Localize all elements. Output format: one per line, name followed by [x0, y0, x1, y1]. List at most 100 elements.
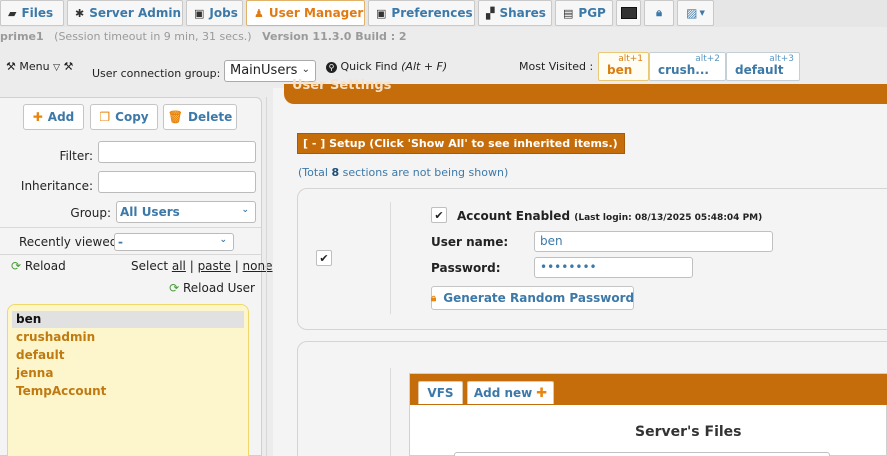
total-suffix: sections are not being shown)	[342, 166, 509, 179]
filter-input[interactable]	[98, 141, 256, 163]
tab-terminal[interactable]	[616, 0, 641, 26]
password-field[interactable]: ••••••••	[534, 257, 693, 278]
copy-user-button[interactable]: ❐ Copy	[90, 104, 158, 130]
check-icon: ✔	[434, 208, 444, 222]
tab-label: Shares	[499, 6, 546, 20]
add-user-button[interactable]: ✚ Add	[23, 104, 84, 130]
add-label: Add	[47, 110, 75, 124]
tab-label: User Manager	[268, 6, 364, 20]
plus-icon: ✚	[32, 110, 43, 124]
user-item-jenna[interactable]: jenna	[12, 365, 244, 382]
user-item-default[interactable]: default	[12, 347, 244, 364]
preferences-icon: ▣	[376, 6, 387, 20]
user-item-tempaccount[interactable]: TempAccount	[12, 383, 244, 400]
divider	[390, 368, 391, 456]
menu-label: Menu	[19, 60, 50, 73]
tab-preferences[interactable]: ▣ Preferences	[368, 0, 475, 26]
recently-viewed-select[interactable]: - ⌄	[114, 233, 234, 251]
gear-icon: ✱	[75, 6, 85, 20]
generate-password-button[interactable]: 🔒︎ Generate Random Password	[431, 286, 634, 310]
account-enabled-text: Account Enabled	[457, 209, 571, 223]
most-visited-label: ben	[607, 63, 633, 77]
tab-image-menu[interactable]: ▨ ▼	[677, 0, 714, 26]
section-include-checkbox[interactable]: ✔	[316, 250, 332, 266]
password-label: Password:	[431, 261, 501, 275]
select-paste-link[interactable]: paste	[198, 259, 231, 273]
chevron-down-icon: ▽	[53, 63, 60, 73]
select-none-link[interactable]: none	[243, 259, 273, 273]
select-label: Select	[131, 259, 169, 273]
most-visited-default[interactable]: alt+3 default	[726, 52, 800, 81]
top-tab-bar: ▰ Files ✱ Server Admin ▣ Jobs ♟ User Manager…	[0, 0, 887, 27]
tab-server-admin[interactable]: ✱ Server Admin	[67, 0, 183, 26]
panel-divider[interactable]	[266, 97, 267, 456]
chevron-down-icon: ⌄	[219, 235, 227, 245]
session-info: prime1 (Session timeout in 9 min, 31 sec…	[0, 30, 407, 46]
server-name: prime1	[0, 30, 44, 43]
user-item-crushadmin[interactable]: crushadmin	[12, 329, 244, 346]
wrench-icon: ⚒	[6, 60, 16, 73]
most-visited-label: Most Visited :	[519, 60, 594, 73]
hidden-sections-note: (Total 8 sections are not being shown)	[298, 166, 508, 179]
tab-files[interactable]: ▰ Files	[0, 0, 64, 26]
delete-label: Delete	[188, 110, 233, 124]
most-visited-label: default	[735, 63, 784, 77]
account-enabled-checkbox[interactable]: ✔	[431, 207, 447, 223]
select-links: Select all | paste | none	[131, 259, 273, 273]
inheritance-input[interactable]	[98, 171, 256, 193]
reload-icon: ⟳	[11, 259, 22, 273]
setup-toggle[interactable]: [ - ] Setup (Click 'Show All' to see inh…	[297, 133, 625, 154]
tab-label: Files	[21, 6, 54, 20]
tab-add-new[interactable]: Add new ✚	[467, 381, 554, 404]
group-filter-value: All Users	[120, 205, 180, 219]
quick-find-shortcut: (Alt + F)	[401, 60, 448, 73]
pgp-icon: ▤	[563, 6, 574, 20]
tab-pgp[interactable]: ▤ PGP	[555, 0, 613, 26]
tab-vfs[interactable]: VFS	[418, 381, 463, 404]
vfs-tab-bar: VFS Add new ✚	[410, 374, 887, 405]
tab-label: Server Admin	[89, 6, 182, 20]
total-prefix: (Total	[298, 166, 328, 179]
check-icon: ✔	[319, 251, 329, 265]
delete-user-button[interactable]: 🗑︎ Delete	[163, 104, 237, 130]
session-timeout: (Session timeout in 9 min, 31 secs.)	[54, 30, 252, 43]
tab-user-manager[interactable]: ♟ User Manager	[246, 0, 365, 26]
quick-find-button[interactable]: ⚲ Quick Find (Alt + F)	[326, 60, 447, 73]
tab-jobs[interactable]: ▣ Jobs	[186, 0, 243, 26]
reload-button[interactable]: ⟳ Reload	[11, 259, 66, 273]
most-visited-crushadmin[interactable]: alt+2 crush...	[649, 52, 726, 81]
wrench-icon: ⚒	[63, 60, 74, 73]
reload-label: Reload	[24, 259, 66, 273]
image-icon: ▨	[686, 6, 698, 20]
tab-lock[interactable]: 🔒︎	[644, 0, 674, 26]
most-visited-ben[interactable]: alt+1 ben	[598, 52, 649, 81]
user-icon: ♟	[254, 6, 264, 20]
username-label: User name:	[431, 235, 509, 249]
user-list-panel: ✚ Add ❐ Copy 🗑︎ Delete Filter: Inheritance:…	[0, 97, 272, 456]
reload-user-button[interactable]: ⟳ Reload User	[169, 281, 255, 295]
plus-icon: ✚	[536, 385, 548, 401]
tab-label: PGP	[578, 6, 606, 20]
select-all-link[interactable]: all	[172, 259, 186, 273]
filter-label: Filter:	[59, 149, 93, 163]
quick-find-label: Quick Find	[340, 60, 398, 73]
group-label: User connection group:	[92, 67, 221, 80]
lock-icon: 🔒︎	[430, 292, 437, 304]
jobs-icon: ▣	[194, 6, 205, 20]
menu-button[interactable]: ⚒ Menu ▽ ⚒	[6, 60, 73, 73]
version-text: Version 11.3.0 Build : 2	[262, 30, 407, 43]
most-visited-label: crush...	[658, 63, 709, 77]
chevron-down-icon: ⌄	[301, 64, 310, 75]
tab-shares[interactable]: ▞ Shares	[478, 0, 552, 26]
user-item-ben[interactable]: ben	[12, 311, 244, 328]
search-icon: ⚲	[326, 62, 337, 73]
username-field[interactable]: ben	[534, 231, 773, 252]
group-filter-select[interactable]: All Users ⌄	[116, 201, 256, 223]
last-login-text: (Last login: 08/13/2025 05:48:04 PM)	[574, 213, 763, 223]
chevron-down-icon: ⌄	[241, 205, 249, 215]
server-files-title: Server's Files	[635, 424, 742, 440]
section-title: User Settings	[292, 78, 392, 93]
total-count: 8	[331, 166, 340, 179]
group-filter-label: Group:	[70, 206, 111, 220]
group-value: MainUsers	[230, 63, 298, 78]
